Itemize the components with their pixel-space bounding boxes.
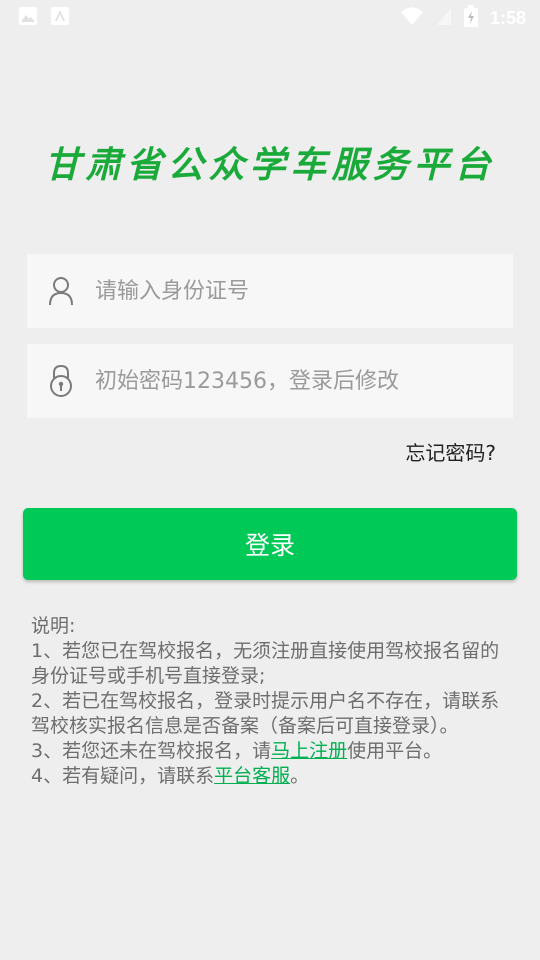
login-button[interactable]: 登录 [23,508,517,580]
status-bar-right: 1:58 [400,5,526,31]
password-input[interactable] [95,368,495,394]
user-icon [27,276,95,306]
image-icon [18,6,38,30]
battery-icon [463,5,478,31]
lock-icon [27,364,95,398]
instruction-item-3: 3、若您还未在驾校报名，请马上注册使用平台。 [31,739,511,764]
instruction-item-4: 4、若有疑问，请联系平台客服。 [31,764,511,789]
app-store-icon [50,6,70,30]
clock: 1:58 [489,7,526,28]
instruction-text: 4、若有疑问，请联系 [31,765,215,787]
instructions-heading: 说明: [31,615,76,637]
forgot-password-link[interactable]: 忘记密码? [405,437,496,466]
instruction-text: 3、若您还未在驾校报名，请 [31,740,272,762]
instructions: 说明: 1、若您已在驾校报名，无须注册直接使用驾校报名留的身份证号或手机号直接登… [31,614,511,789]
customer-service-link[interactable]: 平台客服 [214,765,290,787]
id-number-input[interactable] [95,278,495,304]
instruction-item-1: 1、若您已在驾校报名，无须注册直接使用驾校报名留的身份证号或手机号直接登录; [31,640,500,687]
wifi-icon [400,6,424,30]
instruction-text: 。 [290,765,310,787]
instruction-text: 使用平台。 [347,740,443,762]
instruction-item-2: 2、若已在驾校报名，登录时提示用户名不存在，请联系驾校核实报名信息是否备案（备案… [31,690,500,737]
register-link[interactable]: 马上注册 [271,740,347,762]
app-title: 甘肃省公众学车服务平台 [44,144,496,186]
status-bar-left [18,6,70,30]
id-number-field[interactable] [27,254,513,328]
signal-icon [436,6,452,30]
status-bar: 1:58 [0,0,540,36]
password-field[interactable] [27,344,513,418]
